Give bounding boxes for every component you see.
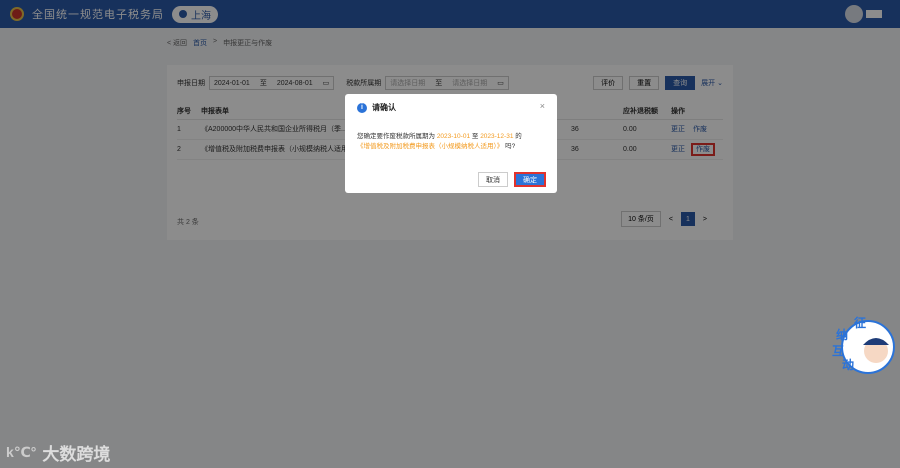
msg-suffix: 吗? [505,143,516,150]
msg-to: 至 [471,133,479,140]
dialog-message: 您确定要作废税款所属期为 2023-10-01 至 2023-12-31 的 《… [357,132,549,152]
msg-date-to: 2023-12-31 [480,133,514,140]
confirm-dialog: i 请确认 × 您确定要作废税款所属期为 2023-10-01 至 2023-1… [345,94,557,193]
dialog-header: i 请确认 [357,102,396,113]
msg-prefix: 您确定要作废税款所属期为 [357,133,435,140]
close-icon[interactable]: × [540,101,545,111]
mascot-char-1: 征 [854,315,866,330]
watermark-text: 大数跨境 [42,445,111,464]
msg-form-name: 《增值税及附加税费申报表（小规模纳税人适用）》 [357,143,504,150]
watermark: k℃° 大数跨境 [6,440,110,465]
info-icon: i [357,102,367,113]
dialog-title: 请确认 [372,103,396,112]
dialog-footer: 取消 确定 [478,172,546,187]
mascot-char-4: 动 [842,358,854,372]
confirm-button[interactable]: 确定 [514,172,546,187]
mascot-char-2: 纳 [836,327,848,342]
msg-of: 的 [515,133,522,140]
watermark-logo: k℃° [6,444,37,460]
cancel-button[interactable]: 取消 [478,172,508,187]
tax-interaction-mascot-icon[interactable]: 征 纳 互 动 [830,315,896,375]
msg-date-from: 2023-10-01 [436,133,471,140]
modal-backdrop[interactable] [0,0,900,468]
mascot-char-3: 互 [832,344,844,358]
